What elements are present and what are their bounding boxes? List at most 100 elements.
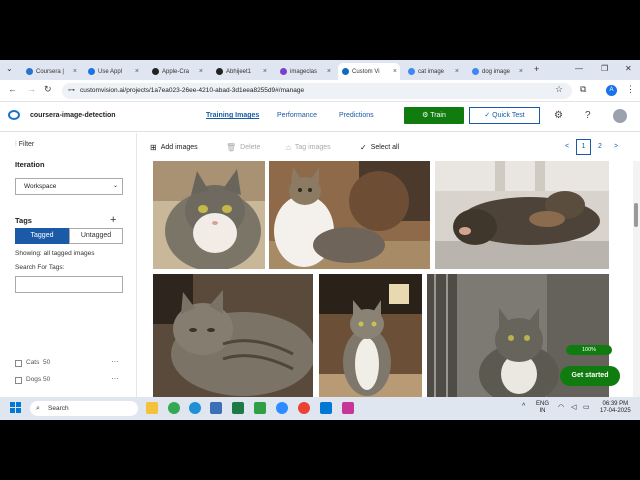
more-options-icon[interactable]: ···	[111, 357, 119, 366]
edge-icon[interactable]	[189, 402, 201, 414]
reload-icon[interactable]: ↻	[44, 84, 52, 95]
browser-tab-cat-images[interactable]: cat image ×	[404, 63, 462, 80]
chrome-icon[interactable]	[168, 402, 180, 414]
more-options-icon[interactable]: ···	[111, 374, 119, 383]
tag-row-dogs[interactable]: Dogs 50 ···	[15, 374, 125, 386]
browser-tab-use-apple[interactable]: Use Appl ×	[84, 63, 142, 80]
filter-label: Filter	[18, 141, 35, 148]
browser-tab-abhijeet[interactable]: Abhijeet1 ×	[212, 63, 270, 80]
tag-checkbox[interactable]	[15, 377, 22, 384]
browser-tab-apple-cra[interactable]: Apple-Cra ×	[148, 63, 206, 80]
delete-button[interactable]: 🗑 Delete	[226, 143, 260, 152]
quick-test-button[interactable]: ✓ Quick Test	[469, 107, 540, 124]
iteration-select[interactable]: Workspace ⌄	[15, 178, 123, 195]
tag-icon: ⌂	[286, 143, 291, 152]
tag-count: 50	[43, 376, 51, 383]
url-text: customvision.ai/projects/1a7ea023-26ee-4…	[80, 87, 305, 94]
tag-checkbox[interactable]	[15, 360, 22, 367]
close-icon[interactable]: ×	[327, 68, 331, 75]
wifi-icon[interactable]: ◠	[558, 404, 564, 411]
github-icon	[152, 68, 159, 75]
browser-menu-icon[interactable]: ⋮	[626, 84, 635, 95]
close-icon[interactable]: ×	[73, 68, 77, 75]
browser-tab-coursera[interactable]: Coursera | ×	[22, 63, 80, 80]
training-image-cat-2[interactable]	[269, 161, 430, 269]
window-close-icon[interactable]: ✕	[625, 64, 632, 73]
app-icon[interactable]	[254, 402, 266, 414]
tagged-toggle[interactable]: Tagged	[15, 228, 69, 244]
chrome-profile-icon[interactable]	[298, 402, 310, 414]
page-2[interactable]: 2	[598, 143, 602, 150]
add-tag-plus-icon[interactable]: +	[110, 214, 116, 226]
help-icon[interactable]: ?	[585, 110, 591, 121]
content-scrollbar[interactable]	[633, 161, 640, 397]
close-icon[interactable]: ×	[199, 68, 203, 75]
settings-gear-icon[interactable]: ⚙	[554, 110, 563, 121]
store-icon[interactable]	[210, 402, 222, 414]
training-image-cat-5[interactable]	[319, 274, 422, 397]
prev-page-icon[interactable]: <	[565, 143, 569, 150]
url-field[interactable]: ⊶ customvision.ai/projects/1a7ea023-26ee…	[62, 83, 572, 99]
tab-predictions[interactable]: Predictions	[339, 112, 374, 119]
close-icon[interactable]: ×	[519, 68, 523, 75]
taskbar-search[interactable]: ⌕ Search	[30, 401, 138, 416]
tag-images-button[interactable]: ⌂ Tag images	[286, 143, 331, 152]
tab-search-icon[interactable]: ⌄	[6, 64, 13, 73]
forward-icon[interactable]: →	[27, 84, 36, 94]
clock[interactable]: 06:39 PM 17-04-2025	[600, 401, 631, 415]
page-1[interactable]: 1	[576, 139, 591, 155]
profile-avatar-icon[interactable]: A	[606, 85, 617, 96]
training-image-cat-3[interactable]	[435, 161, 609, 269]
select-all-label: Select all	[370, 144, 400, 151]
google-icon	[408, 68, 415, 75]
minimize-icon[interactable]: —	[575, 64, 583, 73]
training-image-cat-1[interactable]	[153, 161, 265, 269]
language-indicator[interactable]: ENG IN	[536, 401, 549, 415]
tab-label: Abhijeet1	[226, 68, 252, 75]
new-tab-button[interactable]: +	[534, 64, 539, 74]
get-started-button[interactable]: Get started	[560, 366, 620, 386]
tab-performance[interactable]: Performance	[277, 112, 317, 119]
tab-label: Custom Vi	[352, 68, 380, 75]
scroll-thumb[interactable]	[634, 203, 638, 227]
tray-chevron-up-icon[interactable]: ^	[522, 403, 525, 410]
close-icon[interactable]: ×	[135, 68, 139, 75]
select-all-button[interactable]: ✓ Select all	[360, 143, 399, 152]
back-icon[interactable]: ←	[8, 84, 17, 94]
extensions-icon[interactable]: ⧉	[580, 84, 586, 95]
next-page-icon[interactable]: >	[614, 143, 618, 150]
tab-training-images[interactable]: Training Images	[206, 112, 259, 119]
tab-label: dog image	[482, 68, 511, 75]
close-icon[interactable]: ×	[263, 68, 267, 75]
search-tags-input[interactable]	[15, 276, 123, 293]
excel-icon[interactable]	[232, 402, 244, 414]
filter-sidebar: ⫶ Filter Iteration Workspace ⌄ Tags + Ta…	[0, 133, 137, 397]
file-explorer-icon[interactable]	[146, 402, 158, 414]
cat-photo-2	[269, 161, 430, 269]
tag-row-cats[interactable]: Cats 50 ···	[15, 357, 125, 369]
close-icon[interactable]: ×	[393, 68, 397, 75]
windows-start-icon[interactable]	[10, 402, 22, 414]
filter-toggle[interactable]: ⫶ Filter	[15, 141, 34, 149]
battery-icon[interactable]: ▭	[583, 404, 590, 411]
browser-tab-dog-images[interactable]: dog image ×	[468, 63, 526, 80]
training-image-cat-4[interactable]	[153, 274, 313, 397]
train-button[interactable]: ⚙ Train	[404, 107, 464, 124]
volume-icon[interactable]: ◁	[571, 404, 576, 411]
cat-photo-3	[435, 161, 609, 269]
close-icon[interactable]: ×	[455, 68, 459, 75]
tab-label: imageclas	[290, 68, 318, 75]
bookmark-star-icon[interactable]: ☆	[555, 84, 563, 95]
restore-icon[interactable]: ❐	[601, 64, 608, 73]
eye-icon[interactable]	[8, 110, 20, 120]
site-info-icon[interactable]: ⊶	[68, 83, 75, 99]
browser-tab-imageclas[interactable]: imageclas ×	[276, 63, 334, 80]
untagged-toggle[interactable]: Untagged	[69, 228, 123, 244]
github-icon	[216, 68, 223, 75]
zoom-icon[interactable]	[276, 402, 288, 414]
browser-tab-custom-vision[interactable]: Custom Vi ×	[338, 63, 400, 80]
vscode-icon[interactable]	[320, 402, 332, 414]
snipping-tool-icon[interactable]	[342, 402, 354, 414]
add-images-button[interactable]: ⊞ Add images	[150, 143, 198, 152]
user-avatar[interactable]	[613, 109, 627, 123]
